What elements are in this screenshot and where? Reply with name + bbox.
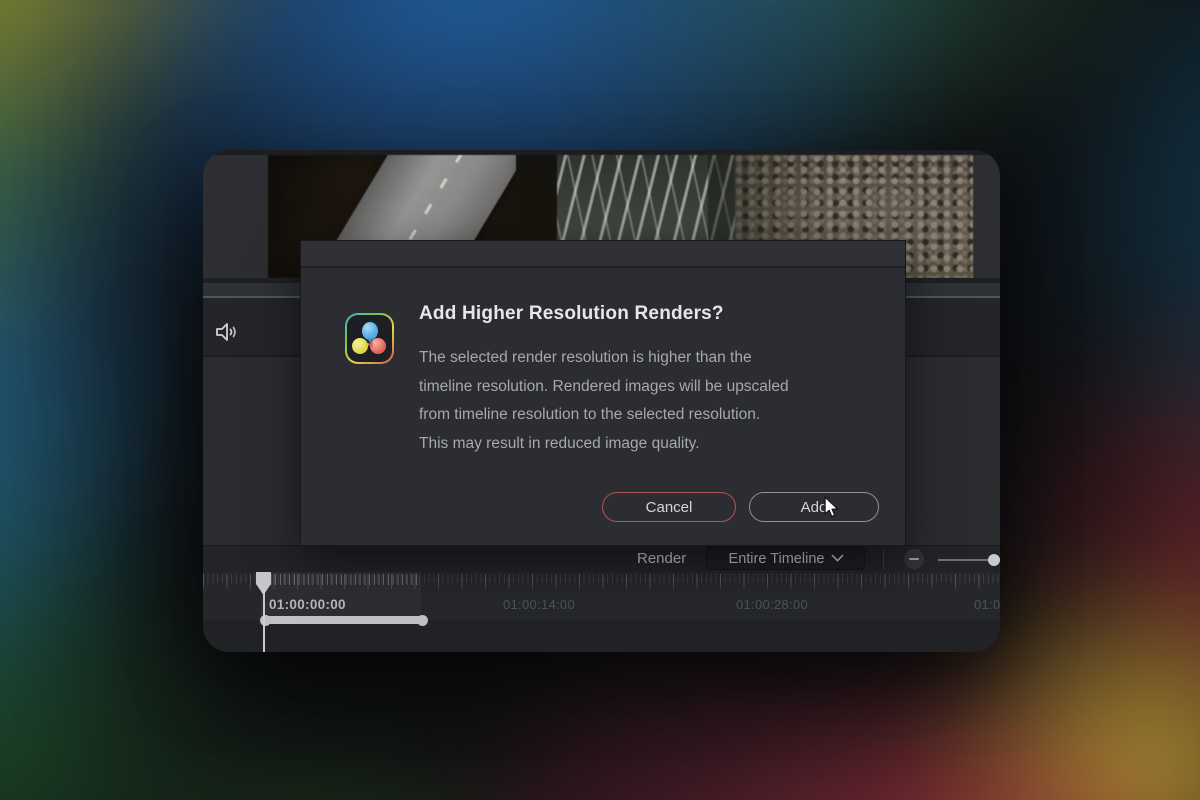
dialog-title: Add Higher Resolution Renders? [419, 303, 724, 324]
playhead-line [262, 590, 265, 652]
davinci-resolve-logo-icon [345, 313, 394, 364]
timecode-label-clipped: 01:0 [974, 597, 1000, 612]
add-button[interactable]: Add [749, 492, 879, 522]
timecode-label: 01:00:28:00 [736, 597, 808, 612]
screenshot-stage: Render Entire Timeline 01:00:00:00 01:00… [0, 0, 1200, 800]
render-range-bar[interactable] [260, 614, 428, 626]
speaker-icon[interactable] [214, 319, 240, 345]
render-mode-value: Entire Timeline [728, 550, 825, 567]
render-mode-dropdown[interactable]: Entire Timeline [706, 547, 865, 570]
add-renders-dialog: Add Higher Resolution Renders? The selec… [300, 240, 906, 546]
dialog-body-text: The selected render resolution is higher… [419, 344, 879, 458]
dialog-body-line: from timeline resolution to the selected… [419, 406, 761, 423]
dialog-header-strip [301, 241, 905, 268]
zoom-out-button[interactable] [904, 549, 924, 569]
timeline-ruler[interactable]: 01:00:00:00 01:00:14:00 01:00:28:00 01:0 [203, 572, 1000, 620]
logo-yellow-balloon [352, 338, 368, 354]
dialog-body-line: The selected render resolution is higher… [419, 349, 752, 366]
timecode-playhead: 01:00:00:00 [269, 597, 346, 612]
dialog-body-line: This may result in reduced image quality… [419, 434, 700, 452]
timecode-label: 01:00:14:00 [503, 597, 575, 612]
timeline-zoom-slider[interactable] [938, 546, 1000, 573]
cancel-button[interactable]: Cancel [602, 492, 736, 522]
render-label: Render [637, 550, 687, 567]
chevron-down-icon [831, 549, 845, 563]
toolbar-divider [883, 549, 884, 570]
mouse-cursor-icon [824, 496, 839, 518]
zoom-slider-knob[interactable] [988, 553, 1000, 566]
dialog-body-line: timeline resolution. Rendered images wil… [419, 377, 789, 395]
timeline-bottom-strip [203, 620, 1000, 652]
ruler-ticks-highlight [261, 574, 421, 585]
render-controls-bar: Render Entire Timeline [203, 545, 1000, 572]
logo-red-balloon [370, 338, 386, 354]
minus-icon [909, 557, 919, 561]
